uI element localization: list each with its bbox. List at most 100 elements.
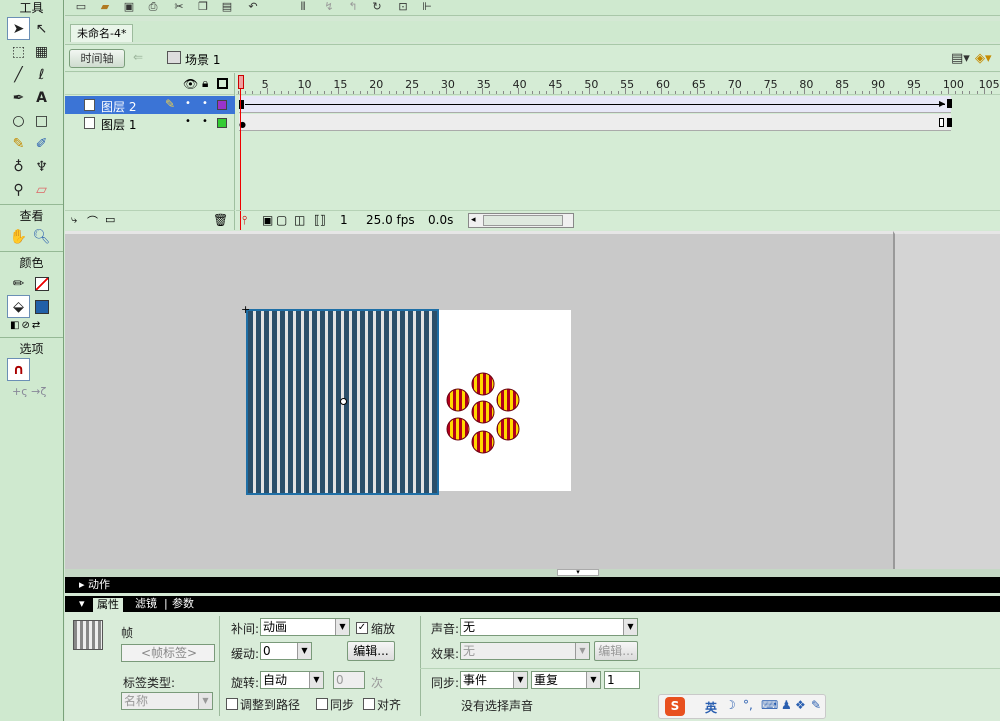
- eraser-tool-icon[interactable]: ▱: [30, 178, 53, 201]
- sound-select[interactable]: 无 ▼: [460, 618, 638, 636]
- label-type-select[interactable]: 名称 ▼: [121, 692, 213, 710]
- swap-colors-icon[interactable]: ⇄: [32, 320, 40, 331]
- back-arrow-icon[interactable]: ⇐: [133, 50, 143, 64]
- rectangle-tool-icon[interactable]: □: [30, 109, 53, 132]
- lock-icon[interactable]: 🔒︎: [202, 76, 208, 91]
- effect-edit-button[interactable]: 编辑...: [594, 641, 638, 661]
- panel-splitter[interactable]: ▾: [65, 569, 1000, 577]
- snap-checkbox[interactable]: [363, 698, 375, 710]
- pen-tool-icon[interactable]: ✒: [7, 86, 30, 109]
- edit-symbol-icon[interactable]: ◈▾: [975, 51, 992, 66]
- ease-edit-button[interactable]: 编辑...: [347, 641, 395, 661]
- tab-properties[interactable]: 属性: [93, 598, 123, 612]
- sogou-logo-icon[interactable]: S: [665, 697, 685, 716]
- snap-icon[interactable]: ⫴: [295, 0, 311, 14]
- playhead[interactable]: [238, 73, 244, 230]
- pencil-tool-icon[interactable]: ✎: [7, 132, 30, 155]
- align-icon[interactable]: ⊩: [419, 0, 435, 14]
- print-icon[interactable]: ⎙: [145, 0, 161, 14]
- onion-outline-icon[interactable]: ▢: [276, 213, 287, 228]
- oval-tool-icon[interactable]: ○: [7, 109, 30, 132]
- selection-tool-icon[interactable]: ➤: [7, 17, 30, 40]
- ball-cluster[interactable]: [446, 372, 520, 454]
- snap-magnet-icon[interactable]: ∩: [7, 358, 30, 381]
- smooth-icon[interactable]: ↯: [321, 0, 337, 14]
- timeline-toggle-button[interactable]: 时间轴: [69, 49, 125, 68]
- moon-icon[interactable]: ☽: [725, 698, 736, 712]
- ease-input[interactable]: 0 ▼: [260, 642, 312, 660]
- edit-scene-icon[interactable]: ▤▾: [951, 51, 970, 66]
- lasso-tool-icon[interactable]: ℓ: [30, 63, 53, 86]
- skin-icon[interactable]: ❖: [795, 698, 806, 712]
- frame-row-layer-2[interactable]: ▶: [239, 96, 952, 113]
- edit-multiple-icon[interactable]: ◫: [294, 213, 305, 228]
- settings-icon[interactable]: ✎: [811, 698, 821, 712]
- tab-parameters[interactable]: 参数: [172, 596, 194, 612]
- layer-row-2[interactable]: 图层 2 ✎ • •: [65, 96, 235, 114]
- paint-bucket-tool-icon[interactable]: ♆: [30, 155, 53, 178]
- rotate-select[interactable]: 自动 ▼: [260, 671, 324, 689]
- outline-icon[interactable]: [217, 78, 228, 89]
- ime-lang[interactable]: 英: [705, 699, 717, 716]
- punctuation-icon[interactable]: °,: [743, 698, 753, 712]
- delete-layer-icon[interactable]: 🗑︎: [213, 213, 228, 227]
- sync-select[interactable]: 事件 ▼: [460, 671, 528, 689]
- effect-select[interactable]: 无 ▼: [460, 642, 590, 660]
- striped-mask-shape[interactable]: [246, 309, 439, 495]
- black-white-icon[interactable]: ◧: [10, 320, 19, 331]
- eye-icon[interactable]: 👁︎: [183, 77, 198, 91]
- frame-ruler[interactable]: 1510152025303540455055606570758085909510…: [236, 73, 1000, 95]
- layer-color-swatch[interactable]: [217, 118, 227, 128]
- frame-area[interactable]: 1510152025303540455055606570758085909510…: [236, 73, 1000, 230]
- scale-checkbox[interactable]: ✓: [356, 622, 368, 634]
- open-file-icon[interactable]: ▰: [97, 0, 113, 14]
- fill-color-swatch[interactable]: [30, 295, 53, 318]
- sync-checkbox[interactable]: [316, 698, 328, 710]
- fill-color-icon[interactable]: ⬙: [7, 295, 30, 318]
- layer-color-swatch[interactable]: [217, 100, 227, 110]
- collapse-arrow-icon[interactable]: ▾: [79, 596, 85, 612]
- rotate-count-input[interactable]: 0: [333, 671, 365, 689]
- frame-row-layer-1[interactable]: ●: [239, 114, 952, 131]
- copy-icon[interactable]: ❐: [195, 0, 211, 14]
- hand-tool-icon[interactable]: ✋: [7, 225, 30, 248]
- line-tool-icon[interactable]: ╱: [7, 63, 30, 86]
- onion-skin-icon[interactable]: ▣: [262, 213, 273, 228]
- zoom-tool-icon[interactable]: 🔍︎: [30, 225, 53, 248]
- stroke-color-swatch[interactable]: [30, 272, 53, 295]
- center-frame-icon[interactable]: ⫯: [242, 213, 247, 228]
- subselection-tool-icon[interactable]: ↖: [30, 17, 53, 40]
- stroke-color-icon[interactable]: ✏: [7, 272, 30, 295]
- tween-select[interactable]: 动画 ▼: [260, 618, 350, 636]
- cut-icon[interactable]: ✂: [171, 0, 187, 14]
- transform-point-icon[interactable]: [340, 398, 347, 405]
- paste-icon[interactable]: ▤: [219, 0, 235, 14]
- onion-markers-icon[interactable]: ⟦⟧: [314, 213, 326, 228]
- new-file-icon[interactable]: ▭: [73, 0, 89, 14]
- user-icon[interactable]: ♟: [781, 698, 792, 712]
- add-guide-icon[interactable]: ⌒: [87, 213, 98, 229]
- ink-bottle-tool-icon[interactable]: ♁: [7, 155, 30, 178]
- undo-icon[interactable]: ↶: [245, 0, 261, 14]
- add-folder-icon[interactable]: ▭: [105, 213, 115, 226]
- rotate-icon[interactable]: ↻: [369, 0, 385, 14]
- scale-icon[interactable]: ⊡: [395, 0, 411, 14]
- add-layer-icon[interactable]: ⤷: [71, 213, 77, 227]
- keyboard-icon[interactable]: ⌨: [761, 698, 778, 712]
- repeat-select[interactable]: 重复 ▼: [531, 671, 601, 689]
- repeat-count-input[interactable]: 1: [604, 671, 640, 689]
- layer-row-1[interactable]: 图层 1 • •: [65, 114, 235, 132]
- orient-to-path-checkbox[interactable]: [226, 698, 238, 710]
- eyedropper-tool-icon[interactable]: ⚲: [7, 178, 30, 201]
- straighten-icon[interactable]: ↰: [345, 0, 361, 14]
- frame-label-input[interactable]: <帧标签>: [121, 644, 215, 662]
- tab-filters[interactable]: 滤镜: [135, 596, 157, 612]
- smooth-straighten-icons[interactable]: +ς →ζ: [0, 385, 63, 398]
- no-color-icon[interactable]: ⊘: [21, 320, 29, 331]
- document-tab[interactable]: 未命名-4*: [70, 24, 134, 42]
- gradient-transform-tool-icon[interactable]: ▦: [30, 40, 53, 63]
- save-icon[interactable]: ▣: [121, 0, 137, 14]
- free-transform-tool-icon[interactable]: ⬚: [7, 40, 30, 63]
- timeline-scrollbar[interactable]: ◂: [468, 213, 574, 228]
- actions-panel-bar[interactable]: ▸ 动作: [65, 577, 1000, 593]
